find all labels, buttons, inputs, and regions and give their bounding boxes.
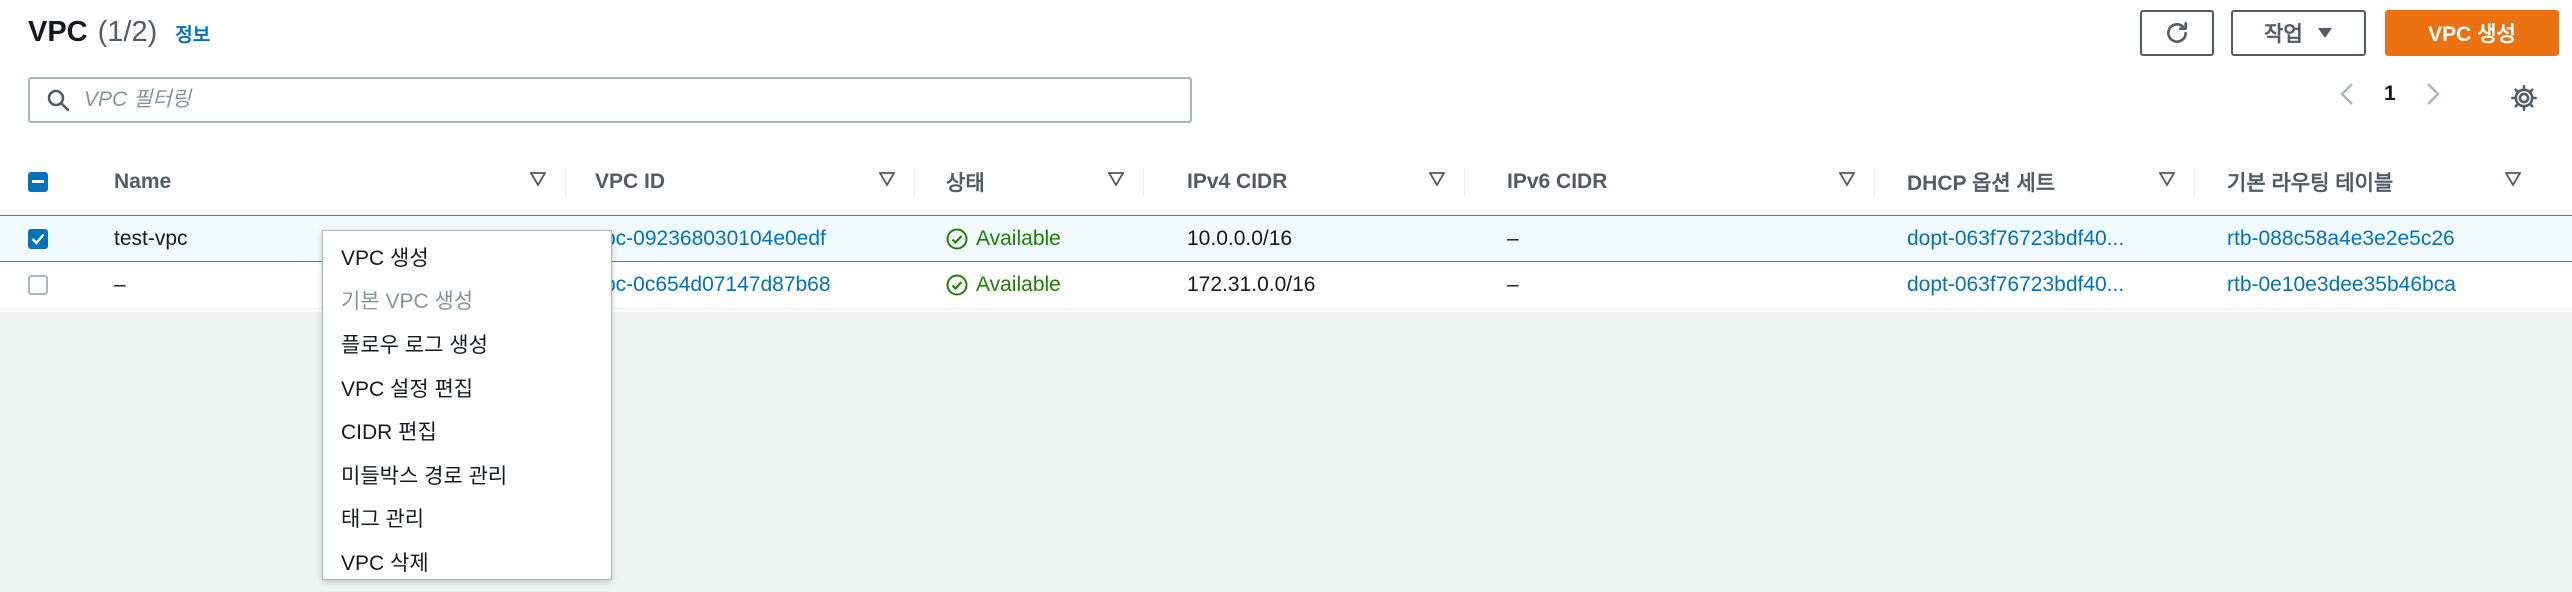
column-label: IPv4 CIDR — [1187, 170, 1288, 193]
sort-icon — [2159, 172, 2175, 186]
column-label: 상태 — [946, 172, 985, 195]
column-header-ipv6[interactable]: IPv6 CIDR — [1507, 150, 1875, 214]
cell-route-table[interactable]: rtb-088c58a4e3e2e5c26 — [2227, 216, 2547, 262]
status-text: Available — [976, 227, 1061, 250]
page-title: VPC (1/2) 정보 — [28, 16, 210, 49]
page-number[interactable]: 1 — [2384, 82, 2396, 106]
row-checkbox-cell — [28, 262, 48, 308]
column-divider — [1874, 168, 1875, 196]
status-text: Available — [976, 273, 1061, 296]
pagination: 1 — [2340, 82, 2440, 106]
column-header-dhcp[interactable]: DHCP 옵션 세트 — [1907, 150, 2195, 214]
column-divider — [565, 168, 566, 196]
sort-icon — [2505, 172, 2521, 186]
info-link[interactable]: 정보 — [175, 20, 210, 47]
cell-dhcp[interactable]: dopt-063f76723bdf40... — [1907, 216, 2197, 262]
column-header-vpc-id[interactable]: VPC ID — [595, 150, 915, 214]
column-label: 기본 라우팅 테이블 — [2227, 172, 2394, 195]
column-header-route-table[interactable]: 기본 라우팅 테이블 — [2227, 150, 2541, 214]
cell-status: Available — [946, 262, 1146, 308]
column-divider — [2194, 168, 2195, 196]
row-checkbox[interactable] — [28, 275, 48, 295]
menu-item-edit-vpc-settings[interactable]: VPC 설정 편집 — [323, 366, 611, 410]
title-text: VPC — [28, 16, 88, 48]
refresh-icon — [2167, 21, 2187, 43]
table-header: Name VPC ID 상태 IPv4 CIDR IPv6 CIDR DHCP … — [0, 150, 2572, 215]
search-box[interactable] — [28, 77, 1192, 123]
cell-ipv6: – — [1507, 273, 1519, 296]
status-check-icon — [946, 228, 968, 250]
sort-icon — [879, 172, 895, 186]
row-checkbox-cell — [28, 216, 48, 262]
menu-item-create-default-vpc: 기본 VPC 생성 — [341, 290, 474, 314]
actions-dropdown-button[interactable]: 작업 — [2231, 10, 2366, 56]
status-check-icon — [946, 274, 968, 296]
selection-count: (1/2) — [97, 16, 158, 48]
cell-vpc-id[interactable]: pc-092368030104e0edf — [604, 216, 934, 262]
menu-item-create-flow-log[interactable]: 플로우 로그 생성 — [323, 322, 611, 366]
sort-icon — [1108, 172, 1124, 186]
cell-status: Available — [946, 216, 1146, 262]
select-all-cell — [28, 150, 88, 214]
minus-icon — [32, 180, 44, 183]
column-header-ipv4[interactable]: IPv4 CIDR — [1187, 150, 1465, 214]
menu-item-edit-cidr[interactable]: CIDR 편집 — [323, 409, 611, 453]
column-label: IPv6 CIDR — [1507, 170, 1608, 193]
column-header-status[interactable]: 상태 — [946, 150, 1144, 214]
sort-icon — [1429, 172, 1445, 186]
check-icon — [31, 233, 45, 245]
menu-item-create-vpc[interactable]: VPC 생성 — [323, 235, 611, 279]
chevron-right-icon[interactable] — [2426, 82, 2440, 106]
cell-ipv4: 172.31.0.0/16 — [1187, 273, 1316, 296]
cell-ipv6: – — [1507, 227, 1519, 250]
row-checkbox[interactable] — [28, 229, 48, 249]
actions-context-menu: VPC 생성 기본 VPC 생성 플로우 로그 생성 VPC 설정 편집 CID… — [322, 230, 612, 580]
create-vpc-button[interactable]: VPC 생성 — [2385, 10, 2559, 56]
actions-label: 작업 — [2264, 23, 2303, 46]
search-input[interactable] — [82, 87, 1166, 113]
sort-icon — [530, 172, 546, 186]
refresh-button[interactable] — [2140, 10, 2214, 56]
column-label: DHCP 옵션 세트 — [1907, 172, 2056, 195]
column-divider — [914, 168, 915, 196]
column-header-name[interactable]: Name — [114, 150, 566, 214]
column-label: Name — [114, 170, 172, 193]
cell-ipv4: 10.0.0.0/16 — [1187, 227, 1293, 250]
menu-item-manage-tags[interactable]: 태그 관리 — [323, 497, 611, 541]
column-divider — [1464, 168, 1465, 196]
caret-down-icon — [2317, 28, 2332, 38]
column-label: VPC ID — [595, 170, 666, 193]
search-icon — [47, 89, 70, 112]
chevron-left-icon[interactable] — [2340, 82, 2354, 106]
menu-item-delete-vpc[interactable]: VPC 삭제 — [323, 540, 611, 584]
cell-route-table[interactable]: rtb-0e10e3dee35b46bca — [2227, 262, 2547, 308]
column-divider — [1143, 168, 1144, 196]
select-all-checkbox[interactable] — [28, 172, 48, 192]
cell-vpc-id[interactable]: pc-0c654d07147d87b68 — [604, 262, 934, 308]
cell-dhcp[interactable]: dopt-063f76723bdf40... — [1907, 262, 2197, 308]
sort-icon — [1839, 172, 1855, 186]
gear-icon[interactable] — [2510, 84, 2538, 112]
menu-item-manage-middlebox-routes[interactable]: 미들박스 경로 관리 — [323, 453, 611, 497]
